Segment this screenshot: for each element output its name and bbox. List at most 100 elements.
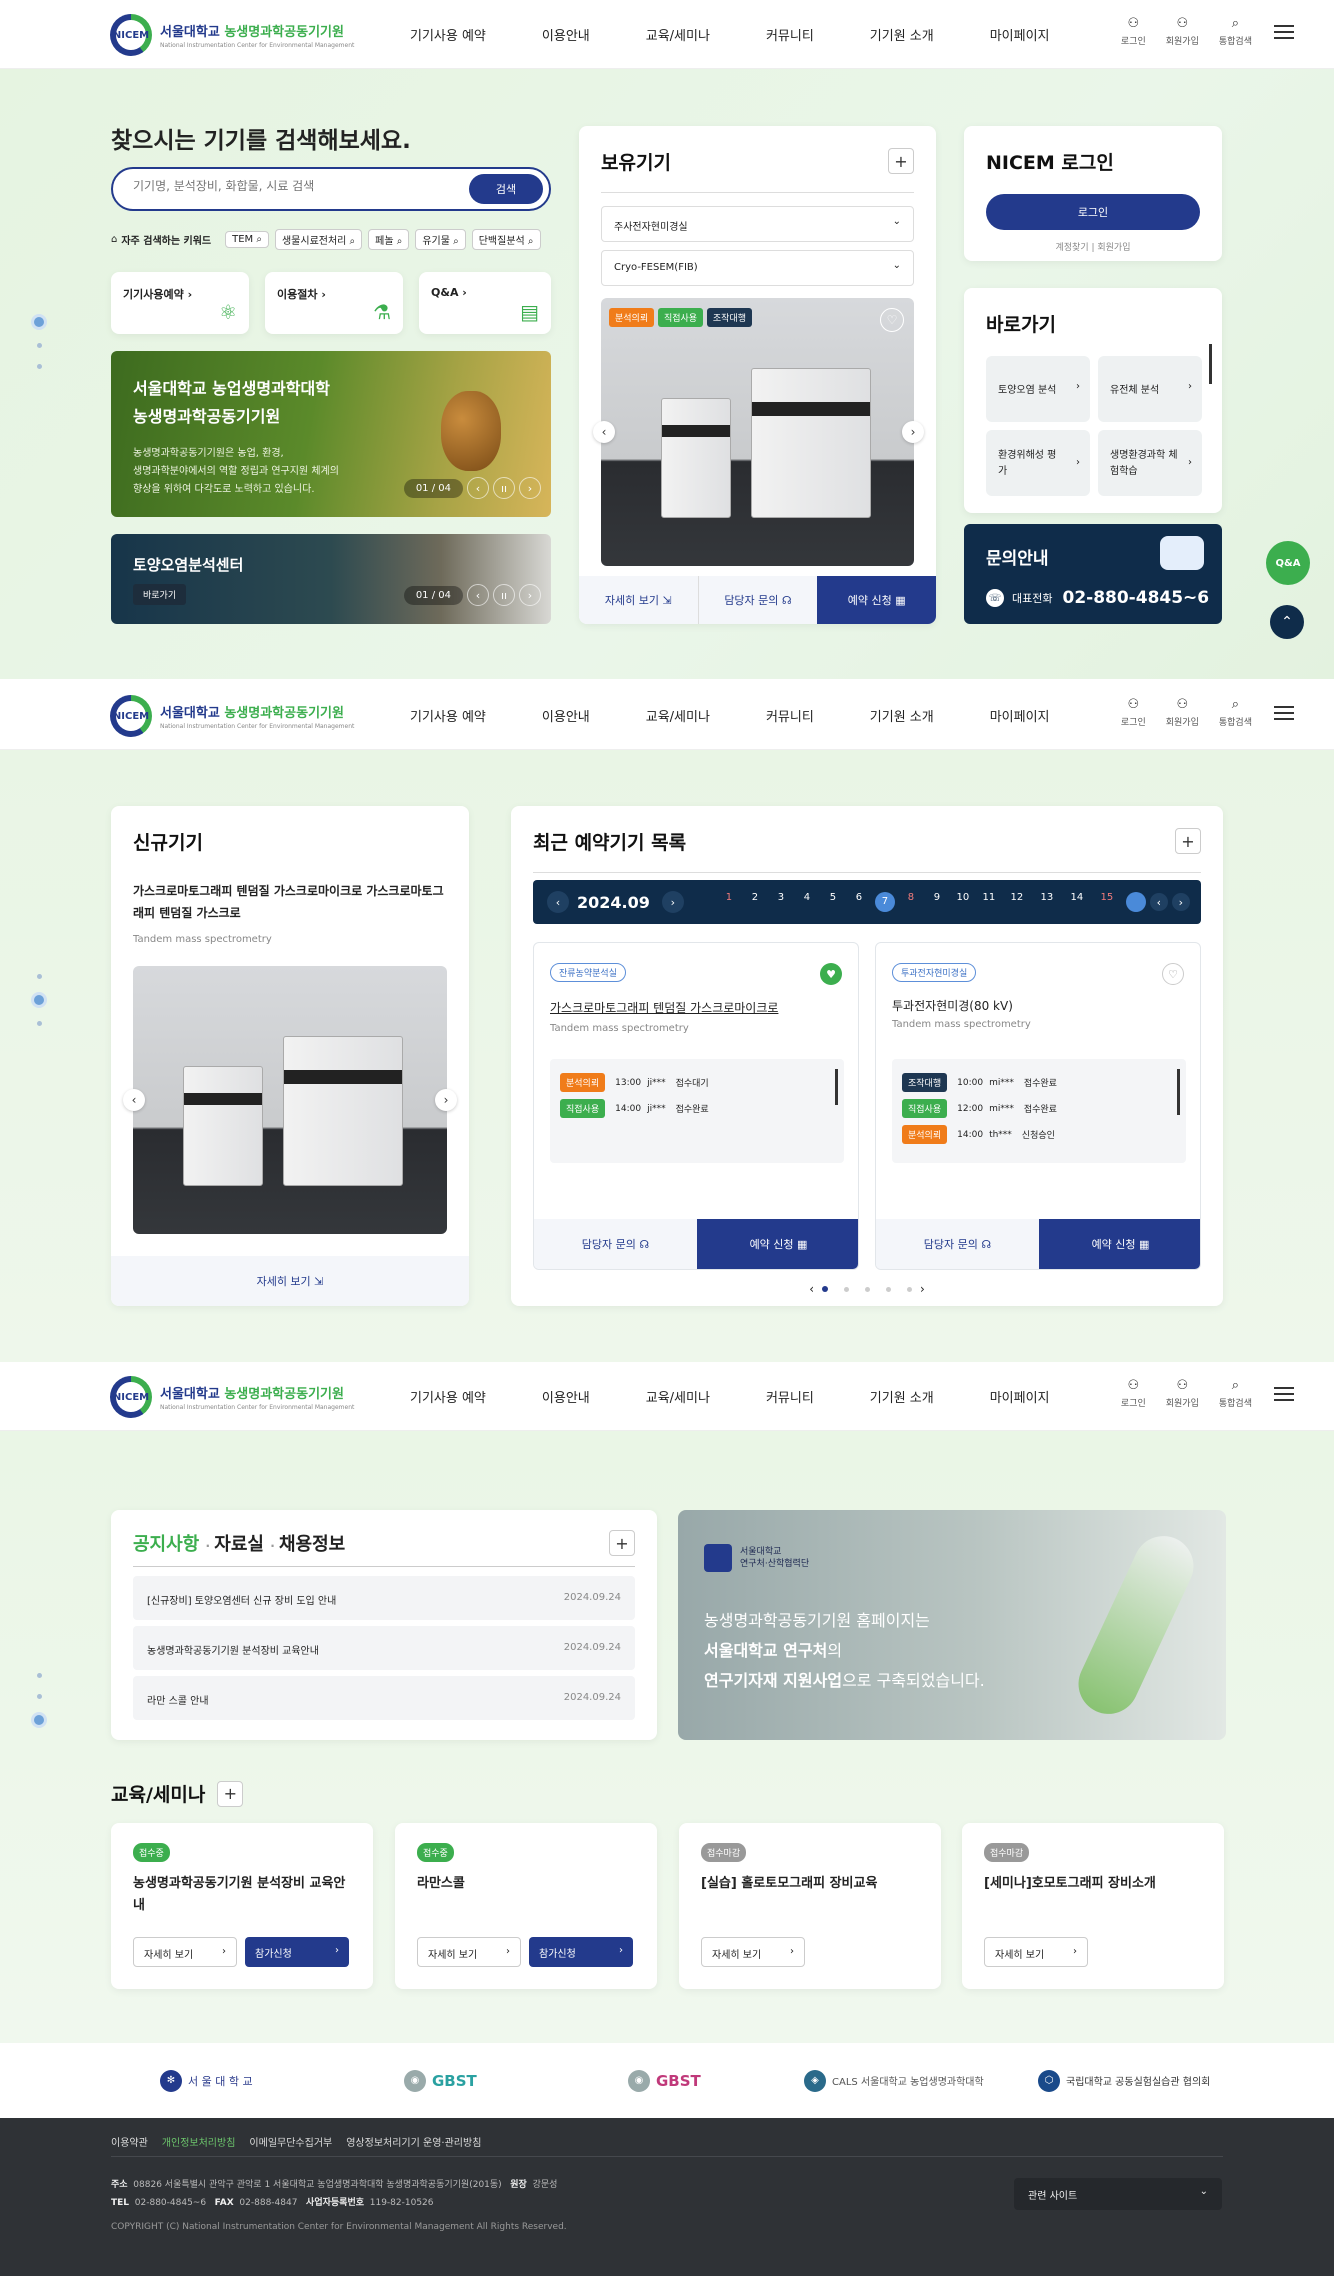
device-link[interactable]: 투과전자현미경(80 kV) <box>892 997 1013 1014</box>
day[interactable]: 10 <box>950 892 976 912</box>
nav-item-about[interactable]: 기기원 소개 <box>870 706 934 725</box>
find-account-link[interactable]: 계정찾기 <box>1055 243 1088 253</box>
quick-qa[interactable]: Q&A › ▤ <box>419 272 551 334</box>
contact-button[interactable]: 담당자 문의 ☊ <box>697 576 818 624</box>
prev-arrow-icon[interactable]: ‹ <box>123 1089 145 1111</box>
pager-dot[interactable] <box>865 1286 870 1292</box>
tab-notice[interactable]: 공지사항 <box>133 1534 199 1555</box>
nav-item-reserve[interactable]: 기기사용 예약 <box>410 25 486 44</box>
email-refuse-link[interactable]: 이메일무단수집거부 <box>249 2134 332 2149</box>
keyword-chip[interactable]: 유기물 ⌕ <box>415 229 466 250</box>
nav-item-reserve[interactable]: 기기사용 예약 <box>410 706 486 725</box>
partner-council[interactable]: ⬡ 국립대학교 공동실험실습관 협의회 <box>1038 2069 1210 2092</box>
day-marker[interactable] <box>1125 892 1146 912</box>
section-pager[interactable] <box>34 309 44 377</box>
join-link[interactable]: 회원가입 <box>1097 243 1130 253</box>
nav-item-about[interactable]: 기기원 소개 <box>870 1387 934 1406</box>
partner-gbst[interactable]: ◉ GBST <box>404 2069 477 2092</box>
heart-filled-icon[interactable]: ♥ <box>820 963 842 985</box>
day[interactable]: 8 <box>898 892 924 912</box>
prev-month-icon[interactable]: ‹ <box>547 891 569 913</box>
reserve-button[interactable]: 예약 신청 ▦ <box>1039 1219 1200 1269</box>
reserve-button[interactable]: 예약 신청 ▦ <box>697 1219 858 1269</box>
privacy-link[interactable]: 개인정보처리방침 <box>162 2134 236 2149</box>
day[interactable]: 15 <box>1092 892 1122 912</box>
pager-dot[interactable] <box>844 1286 849 1292</box>
site-logo[interactable]: NICEM 서울대학교 농생명과학공동기기원 National Instrumen… <box>110 695 354 737</box>
menu-icon[interactable] <box>1274 21 1294 43</box>
partner-gbst-2[interactable]: ◉ GBST <box>628 2069 701 2092</box>
next-arrow-icon[interactable]: › <box>902 421 924 443</box>
nav-item-guide[interactable]: 이용안내 <box>542 25 590 44</box>
day[interactable]: 1 <box>716 892 742 912</box>
day[interactable]: 4 <box>794 892 820 912</box>
prev-button[interactable]: ‹ <box>467 477 489 499</box>
lab-select[interactable]: 주사전자현미경실 ⌄ <box>601 206 914 242</box>
section-pager[interactable] <box>34 966 44 1034</box>
menu-icon[interactable] <box>1274 1383 1294 1405</box>
day[interactable]: 11 <box>976 892 1002 912</box>
contact-button[interactable]: 담당자 문의 ☊ <box>876 1219 1039 1269</box>
next-button[interactable]: › <box>519 584 541 606</box>
notice-row[interactable]: 라만 스콜 안내 2024.09.24 <box>133 1676 635 1720</box>
scrollbar[interactable] <box>835 1069 838 1105</box>
notice-row[interactable]: [신규장비] 토양오염센터 신규 장비 도입 안내 2024.09.24 <box>133 1576 635 1620</box>
shortcut-edu[interactable]: 생명환경과학 체험학습 › <box>1098 430 1202 496</box>
login-link[interactable]: ⚇ 로그인 <box>1121 1378 1146 1409</box>
login-link[interactable]: ⚇ 로그인 <box>1121 697 1146 728</box>
prev-days-icon[interactable]: ‹ <box>1149 893 1168 911</box>
section-pager[interactable] <box>34 1665 44 1733</box>
keyword-chip[interactable]: 페놀 ⌕ <box>368 229 410 250</box>
scrollbar[interactable] <box>1177 1069 1180 1115</box>
tab-recruit[interactable]: 채용정보 <box>279 1534 345 1555</box>
go-button[interactable]: 바로가기 <box>133 584 187 605</box>
search-link[interactable]: ⌕ 통합검색 <box>1219 16 1252 47</box>
related-sites-select[interactable]: 관련 사이트 ⌄ <box>1014 2178 1222 2210</box>
terms-link[interactable]: 이용약관 <box>111 2134 148 2149</box>
nav-item-edu[interactable]: 교육/세미나 <box>646 25 710 44</box>
nav-item-community[interactable]: 커뮤니티 <box>766 706 814 725</box>
next-arrow-icon[interactable]: › <box>435 1089 457 1111</box>
nav-item-mypage[interactable]: 마이페이지 <box>990 1387 1050 1406</box>
search-link[interactable]: ⌕ 통합검색 <box>1219 697 1252 728</box>
plus-icon[interactable]: + <box>609 1530 635 1556</box>
plus-icon[interactable]: + <box>217 1780 244 1807</box>
login-link[interactable]: ⚇ 로그인 <box>1121 16 1146 47</box>
soil-banner[interactable]: 토양오염분석센터 바로가기 01 / 04 ‹ ıı › <box>111 534 551 624</box>
hero-banner[interactable]: 서울대학교 농업생명과학대학 농생명과학공동기기원 농생명과학공동기기원은 농업,… <box>111 351 551 517</box>
nav-item-about[interactable]: 기기원 소개 <box>870 25 934 44</box>
join-link[interactable]: ⚇ 회원가입 <box>1166 16 1199 47</box>
day[interactable]: 5 <box>820 892 846 912</box>
next-month-icon[interactable]: › <box>661 891 684 913</box>
pause-button[interactable]: ıı <box>493 477 515 499</box>
quick-procedure[interactable]: 이용절차 › ⚗ <box>265 272 403 334</box>
prev-button[interactable]: ‹ <box>467 584 489 606</box>
quick-reserve[interactable]: 기기사용예약 › ⚛ <box>111 272 249 334</box>
apply-button[interactable]: 참가신청 › <box>529 1937 633 1967</box>
heart-icon[interactable]: ♡ <box>1162 963 1184 985</box>
partner-cals[interactable]: ◈ CALS 서울대학교 농업생명과학대학 <box>804 2069 984 2092</box>
nav-item-reserve[interactable]: 기기사용 예약 <box>410 1387 486 1406</box>
plus-icon[interactable]: + <box>888 148 914 174</box>
scroll-top-icon[interactable]: ⌃ <box>1270 605 1304 639</box>
site-logo[interactable]: NICEM 서울대학교 농생명과학공동기기원 National Instrumen… <box>110 1376 354 1418</box>
detail-button[interactable]: 자세히 보기 › <box>984 1937 1088 1967</box>
heart-icon[interactable]: ♡ <box>880 308 904 332</box>
keyword-chip[interactable]: TEM ⌕ <box>225 231 269 248</box>
nav-item-community[interactable]: 커뮤니티 <box>766 1387 814 1406</box>
nav-item-edu[interactable]: 교육/세미나 <box>646 1387 710 1406</box>
nav-item-edu[interactable]: 교육/세미나 <box>646 706 710 725</box>
pager-dot[interactable] <box>822 1286 828 1292</box>
prev-icon[interactable]: ‹ <box>809 1282 814 1296</box>
next-days-icon[interactable]: › <box>1171 893 1190 911</box>
phone-number[interactable]: 02-880-4845~6 <box>1062 588 1209 608</box>
detail-button[interactable]: 자세히 보기 › <box>133 1937 237 1967</box>
day[interactable]: 12 <box>1002 892 1032 912</box>
nav-item-community[interactable]: 커뮤니티 <box>766 25 814 44</box>
join-link[interactable]: ⚇ 회원가입 <box>1166 1378 1199 1409</box>
device-link[interactable]: 가스크로마토그래피 텐덤질 가스크로마이크로 <box>550 999 778 1016</box>
nav-item-mypage[interactable]: 마이페이지 <box>990 706 1050 725</box>
search-input[interactable] <box>133 179 433 193</box>
apply-button[interactable]: 참가신청 › <box>245 1937 349 1967</box>
day[interactable]: 9 <box>924 892 950 912</box>
